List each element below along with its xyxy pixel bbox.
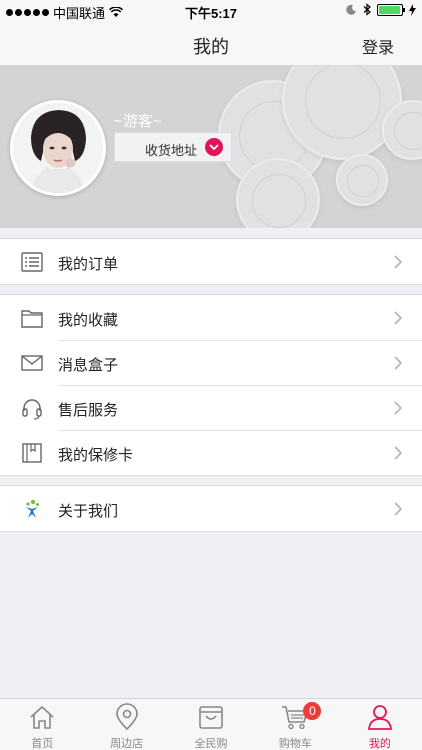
menu-group-orders: 我的订单 (0, 238, 422, 285)
list-icon (21, 252, 43, 272)
battery-level (379, 5, 400, 14)
menu-item-about[interactable]: 关于我们 (0, 486, 422, 531)
home-icon (30, 705, 54, 729)
menu-group-services: 我的收藏 消息盒子 售后服务 我的保修卡 (0, 294, 422, 476)
folder-icon (21, 310, 43, 328)
tab-label: 我的 (368, 738, 391, 750)
guest-name: ~游客~ (114, 113, 162, 130)
cart-badge: 0 (303, 702, 322, 720)
status-right (346, 3, 416, 16)
battery-icon (377, 3, 405, 16)
tab-nearby-stores[interactable]: 周边店 (84, 699, 168, 750)
tab-label: 全民购 (194, 738, 228, 750)
tab-home[interactable]: 首页 (0, 699, 84, 750)
chevron-right-icon (394, 401, 403, 415)
menu-item-favorites[interactable]: 我的收藏 (0, 295, 422, 340)
charging-icon (409, 3, 416, 16)
tab-label: 购物车 (278, 738, 312, 750)
tab-cart[interactable]: 0 购物车 (253, 699, 337, 750)
headset-icon (22, 399, 42, 420)
menu-item-label: 我的订单 (58, 256, 119, 273)
chevron-down-icon (205, 138, 223, 156)
shipping-address-label: 收货地址 (145, 143, 198, 158)
menu-group-about: 关于我们 (0, 485, 422, 532)
tab-label: 周边店 (110, 738, 144, 750)
shipping-address-button[interactable]: 收货地址 (114, 132, 232, 162)
mail-icon (21, 355, 43, 371)
tab-me[interactable]: 我的 (338, 699, 422, 750)
chevron-right-icon (394, 356, 403, 370)
avatar-portrait (13, 103, 103, 193)
tab-group-buy[interactable]: 全民购 (169, 699, 253, 750)
book-icon (22, 443, 42, 463)
location-pin-icon (115, 703, 138, 731)
menu-item-warranty[interactable]: 我的保修卡 (0, 430, 422, 475)
moon-icon (346, 4, 356, 15)
status-bar: 中国联通 下午5:17 (0, 0, 422, 22)
menu-item-messages[interactable]: 消息盒子 (0, 340, 422, 385)
bluetooth-icon (363, 3, 371, 16)
chevron-right-icon (394, 311, 403, 325)
chevron-right-icon (394, 446, 403, 460)
menu-item-label: 售后服务 (58, 402, 119, 419)
menu-item-label: 消息盒子 (58, 357, 119, 374)
avatar[interactable] (10, 100, 106, 196)
menu-item-label: 我的收藏 (58, 312, 119, 329)
tab-label: 首页 (31, 738, 54, 750)
tab-bar: 首页 周边店 全民购 0 购物车 我的 (0, 698, 422, 750)
chevron-right-icon (394, 502, 403, 516)
menu-item-label: 关于我们 (58, 503, 119, 520)
menu-item-after-sales[interactable]: 售后服务 (0, 385, 422, 430)
login-button[interactable]: 登录 (362, 34, 394, 58)
person-icon (367, 705, 392, 730)
background-plate (336, 154, 388, 206)
nav-bar: 我的 登录 (0, 22, 422, 66)
shopping-bag-icon (199, 706, 223, 729)
menu-item-label: 我的保修卡 (58, 447, 134, 464)
menu-item-orders[interactable]: 我的订单 (0, 239, 422, 284)
profile-header: ~游客~ 收货地址 (0, 66, 422, 228)
chevron-right-icon (394, 255, 403, 269)
logo-icon (26, 499, 39, 518)
page-title: 我的 (193, 37, 229, 57)
